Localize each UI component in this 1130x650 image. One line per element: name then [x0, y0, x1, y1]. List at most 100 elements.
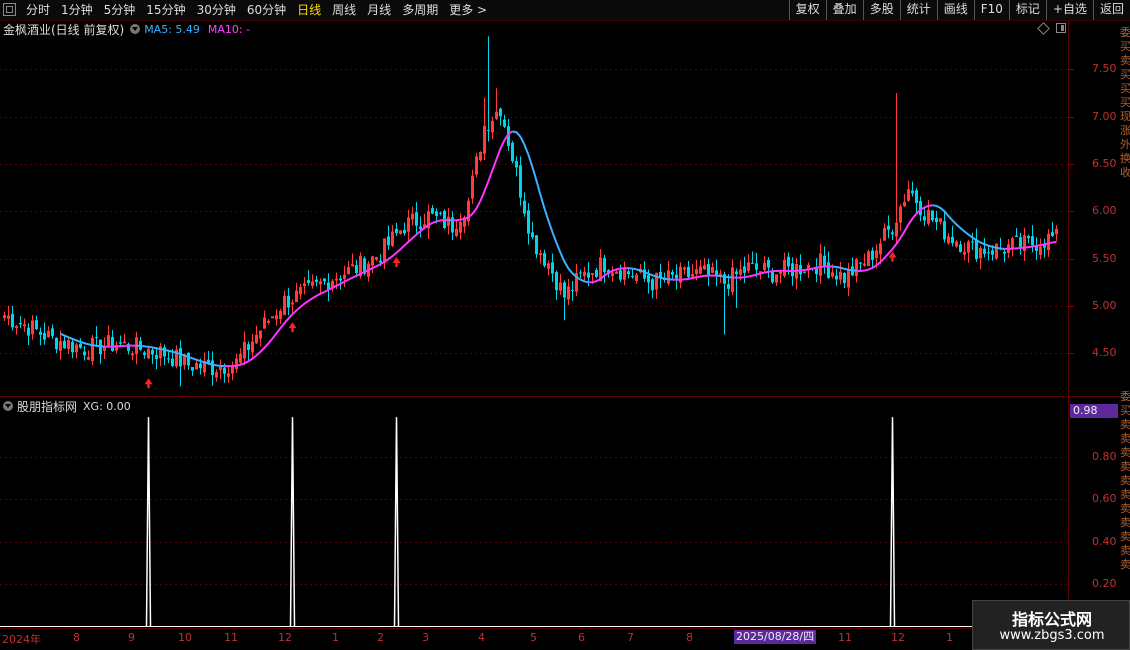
moving-average-line [452, 130, 514, 222]
candle-body [355, 265, 358, 274]
candle-body [387, 236, 390, 246]
candle-body [167, 358, 170, 360]
candle-body [527, 210, 530, 234]
candle-body [571, 289, 574, 291]
candle-body [307, 280, 310, 283]
candle-body [199, 363, 202, 369]
candle-body [543, 253, 546, 266]
candle-body [1003, 251, 1006, 254]
candle-body [931, 210, 934, 221]
watermark-title: 指标公式网 [1011, 610, 1092, 629]
candle-body [1015, 235, 1018, 237]
date-tick-0: 2024年 [2, 633, 41, 646]
candle-body [179, 348, 182, 367]
candle-body [487, 130, 490, 132]
candle-body [615, 271, 618, 274]
date-tick-5: 12 [278, 631, 292, 644]
price-tick-5: 5.00 [1092, 299, 1117, 313]
candle-body [719, 273, 722, 276]
candle-body [1019, 237, 1022, 249]
candle-body [971, 241, 974, 243]
strip-char: 买 [1120, 82, 1130, 95]
candle-body [631, 276, 634, 278]
candle-body [563, 282, 566, 298]
candle-body [651, 279, 654, 291]
candle-body [419, 226, 422, 230]
strip-char: 卖 [1120, 502, 1130, 515]
candle-body [131, 353, 134, 356]
candle-body [923, 216, 926, 221]
candle-body [935, 217, 938, 223]
strip-char: 卖 [1120, 54, 1130, 67]
candle-body [683, 267, 686, 270]
strip-char: 买 [1120, 96, 1130, 109]
candle-body [111, 337, 114, 351]
candle-body [335, 278, 338, 281]
sub-chart-title-bar: 股朋指标网 XG: 0.00 [3, 399, 131, 414]
candle-body [339, 278, 342, 281]
price-tick-2: 6.50 [1092, 157, 1117, 171]
candle-body [315, 279, 318, 282]
candle-body [191, 367, 194, 371]
candle-body [511, 142, 514, 162]
right-info-strip[interactable]: 委买卖买买买现涨外换收委买卖卖卖卖卖卖卖卖卖卖卖 [1120, 20, 1130, 650]
strip-char: 卖 [1120, 516, 1130, 529]
strip-char: 卖 [1120, 460, 1130, 473]
candle-body [431, 208, 434, 214]
kline-chart[interactable] [0, 0, 1130, 650]
moving-average-line [224, 219, 449, 368]
date-tick-13: 8 [686, 631, 693, 644]
indicator-tick-1: 0.60 [1092, 492, 1117, 506]
candle-body [123, 341, 126, 344]
candle-body [35, 320, 38, 330]
candle-body [379, 260, 382, 263]
dropdown-icon[interactable] [3, 401, 13, 411]
candle-body [791, 263, 794, 277]
candle-body [223, 367, 226, 374]
indicator-tick-2: 0.40 [1092, 534, 1117, 548]
date-tick-12: 7 [627, 631, 634, 644]
candle-body [735, 271, 738, 275]
strip-char: 现 [1120, 110, 1130, 123]
candle-body [287, 295, 290, 308]
candle-body [267, 320, 270, 323]
candle-body [515, 161, 518, 168]
strip-char: 卖 [1120, 432, 1130, 445]
price-tick-4: 5.50 [1092, 251, 1117, 265]
candle-body [499, 108, 502, 117]
indicator-spike [145, 417, 152, 627]
candle-body [503, 119, 506, 127]
candle-body [863, 263, 866, 266]
watermark: 指标公式网 www.zbgs3.com [972, 600, 1130, 650]
candle-body [71, 341, 74, 353]
strip-char: 外 [1120, 138, 1130, 151]
candle-body [439, 212, 442, 214]
candle-body [619, 270, 622, 280]
candle-body [671, 271, 674, 275]
candle-body [531, 232, 534, 238]
candle-body [627, 271, 630, 275]
price-tick-1: 7.00 [1092, 109, 1117, 123]
candle-body [987, 252, 990, 254]
strip-char: 买 [1120, 40, 1130, 53]
price-tick-0: 7.50 [1092, 62, 1117, 76]
candle-body [271, 316, 274, 319]
candle-body [827, 262, 830, 278]
date-tick-8: 3 [422, 631, 429, 644]
candle-body [23, 324, 26, 327]
candle-body [707, 264, 710, 276]
date-tick-15: 12 [891, 631, 905, 644]
candle-body [983, 248, 986, 254]
date-tick-16: 1 [946, 631, 953, 644]
candle-body [727, 284, 730, 289]
buy-signal-arrow [392, 257, 401, 268]
candle-body [823, 255, 826, 266]
candle-body [859, 262, 862, 264]
candle-body [975, 239, 978, 260]
candle-body [595, 269, 598, 277]
candle-body [911, 190, 914, 194]
candle-body [55, 337, 58, 350]
candle-body [211, 360, 214, 376]
candle-body [551, 262, 554, 274]
candle-body [351, 264, 354, 267]
